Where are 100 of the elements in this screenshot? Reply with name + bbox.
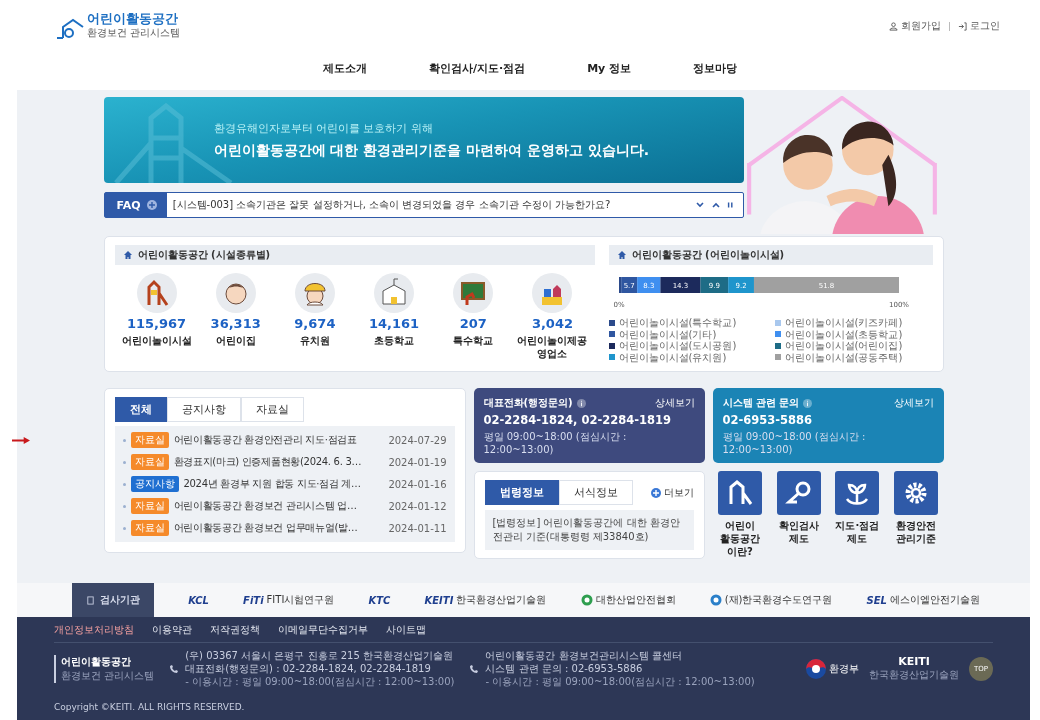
quick-link-label: 환경안전 [896,519,937,532]
footer-text: (우) 03367 서울시 은평구 진흥로 215 한국환경산업기술원 [185,649,454,662]
partner-logo[interactable]: KCL [188,594,209,606]
partner-logo[interactable]: KEITI 한국환경산업기술원 [424,593,547,607]
footer-text: 대표전화(행정문의) : 02-2284-1824, 02-2284-1819 [185,662,432,675]
nav-menu-item[interactable]: 확인검사/지도·점검 [428,60,526,76]
plus-icon [146,200,157,210]
more-link[interactable]: 더보기 [650,485,694,500]
info-icon [803,398,813,408]
notice-title-link[interactable]: 어린이활동공간 환경보건 관리시스템 업… [173,499,384,513]
facility-label: 유치원 [299,334,330,347]
quick-link-label: 제도 [847,532,868,545]
blocks-icon [532,273,573,313]
notice-title-link[interactable]: 어린이활동공간 환경보건 업무매뉴얼(발… [173,521,384,535]
phone-icon [468,662,481,675]
copyright-text: Copyright ©KEITI. ALL RIGHTS RESERVED. [54,702,246,712]
slide-icon [717,471,762,515]
contact-title: 대표전화(행정문의) [483,396,573,410]
quick-link-label: 지도·점검 [835,519,880,532]
facility-count: 207 [459,316,487,331]
partner-logo[interactable]: KTC [368,594,391,606]
quick-link-label: 관리기준 [896,532,937,545]
board-tab[interactable]: 공지사항 [166,397,241,422]
notice-title-link[interactable]: 어린이활동공간 환경안전관리 지도·점검표 [173,433,384,447]
facility-count: 36,313 [210,316,261,331]
detail-link[interactable]: 상세보기 [654,396,695,410]
info-icon [576,398,586,408]
facility-label: 어린이놀이제공 영업소 [516,334,589,360]
category-tag: 자료실 [130,498,169,514]
legend-label: 어린이놀이시설(유치원) [618,351,727,363]
gear-icon [894,471,939,515]
facility-label: 어린이집 [215,334,256,347]
footer-link[interactable]: 개인정보처리방침 [54,623,134,637]
quick-link[interactable]: 지도·점검 제도 [830,471,885,558]
law-tab[interactable]: 서식정보 [558,480,633,505]
notice-title-link[interactable]: 2024년 환경부 지원 합동 지도·점검 계… [183,477,384,491]
facility-count: 9,674 [294,316,336,331]
notice-date: 2024-01-16 [388,478,447,490]
nav-menu-item[interactable]: My 정보 [587,60,632,76]
footer-link[interactable]: 저작권정책 [210,623,260,637]
slide-icon [136,273,177,313]
legend-label: 어린이놀이시설(키즈카페) [784,317,903,329]
join-link[interactable]: 회원가입 [889,19,941,33]
section-title: 어린이활동공간 (어린이놀이시설) [631,248,785,262]
baby-icon [215,273,256,313]
chevron-up-icon[interactable] [710,200,721,210]
category-tag: 자료실 [130,454,169,470]
chevron-down-icon[interactable] [694,200,705,210]
notice-date: 2024-01-12 [388,500,447,512]
book-icon [86,595,95,605]
partner-logo[interactable]: FiTi FITI시험연구원 [243,593,335,607]
footer-text: 어린이활동공간 환경보건관리시스템 콜센터 [485,649,683,662]
board-tab[interactable]: 자료실 [240,397,304,422]
sprout-icon [835,471,880,515]
blackboard-icon [453,273,494,313]
facility-label: 초등학교 [374,334,415,347]
category-tag: 자료실 [130,432,169,448]
board-tab[interactable]: 전체 [114,397,167,422]
login-icon [958,21,967,31]
nav-menu-item[interactable]: 정보마당 [693,60,738,76]
plus-icon [650,487,661,498]
detail-link[interactable]: 상세보기 [893,396,934,410]
notice-date: 2024-01-19 [388,456,447,468]
quick-link[interactable]: 환경안전 관리기준 [888,471,944,558]
faq-question-link[interactable]: [시스템-003] 소속기관은 잘못 설정하거나, 소속이 변경되었을 경우 소속기관 수정이 가능한가요? [172,198,689,212]
banner-title: 어린이활동공간에 대한 환경관리기준을 마련하여 운영하고 있습니다. [213,141,650,160]
partner-logo[interactable]: (재)한국환경수도연구원 [709,593,833,607]
footer-logo: 어린이활동공간 환경보건 관리시스템 [54,654,155,683]
footer-link[interactable]: 사이트맵 [386,623,426,637]
office-hours: 평일 09:00~18:00 (점심시간 : 12:00~13:00) [722,430,867,455]
footer-link[interactable]: 이용약관 [152,623,192,637]
keiti-logo: KEITI 한국환경산업기술원 [869,655,959,682]
faq-label: FAQ [104,193,167,217]
partner-logo[interactable]: SEL 에스이엘안전기술원 [866,593,980,607]
footer-link[interactable]: 이메일무단수집거부 [278,623,368,637]
nav-menu-item[interactable]: 제도소개 [322,60,367,76]
pause-icon[interactable] [726,200,735,210]
facility-label: 어린이놀이시설 [121,334,192,347]
logo-subtitle: 환경보건 관리시스템 [87,26,181,41]
quick-link-label: 이란? [726,545,753,558]
footer-text: - 이용시간 : 평일 09:00~18:00(점심시간 : 12:00~13:00) [185,675,455,688]
phone-number: 02-2284-1824, 02-2284-1819 [483,413,672,427]
quick-link-label: 어린이 [724,519,755,532]
quick-link[interactable]: 어린이 활동공간 이란? [712,471,768,558]
partner-logo[interactable]: 대한산업안전협회 [580,593,676,607]
facility-count: 3,042 [531,316,573,331]
law-tab[interactable]: 법령정보 [484,480,559,505]
footer-text: - 이용시간 : 평일 09:00~18:00(점심시간 : 12:00~13:00) [485,675,755,688]
contact-title: 시스템 관련 문의 [722,396,800,410]
notice-date: 2024-07-29 [388,434,447,446]
partner-tab[interactable]: 검사기관 [72,583,154,617]
site-logo[interactable]: 어린이활동공간 환경보건 관리시스템 [55,11,181,41]
school-icon [374,273,415,313]
notice-title-link[interactable]: 환경표지(마크) 인증제품현황(2024. 6. 3… [173,455,384,469]
category-tag: 자료실 [130,520,169,536]
phone-number: 02-6953-5886 [722,413,814,427]
login-link[interactable]: 로그인 [958,19,1000,33]
quick-link-label: 제도 [788,532,809,545]
legend-label: 어린이놀이시설(어린이집) [784,340,903,352]
quick-link[interactable]: 확인검사 제도 [771,471,826,558]
